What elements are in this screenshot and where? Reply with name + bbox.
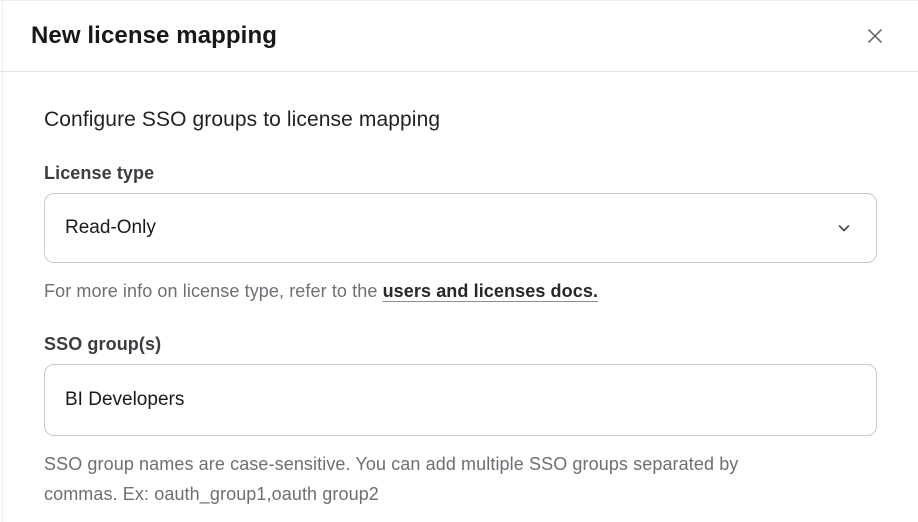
license-type-helper-text: For more info on license type, refer to … bbox=[44, 281, 383, 301]
sso-groups-helper: SSO group names are case-sensitive. You … bbox=[44, 449, 750, 509]
license-type-helper: For more info on license type, refer to … bbox=[44, 276, 878, 306]
chevron-down-icon bbox=[836, 220, 852, 236]
license-type-selected-value: Read-Only bbox=[65, 217, 156, 239]
new-license-mapping-modal: New license mapping Configure SSO groups… bbox=[0, 0, 918, 522]
modal-header: New license mapping bbox=[0, 1, 918, 72]
sso-groups-label: SSO group(s) bbox=[44, 334, 878, 355]
section-heading: Configure SSO groups to license mapping bbox=[44, 108, 878, 132]
users-licenses-docs-link[interactable]: users and licenses docs. bbox=[383, 281, 599, 301]
page-title: New license mapping bbox=[31, 22, 277, 50]
license-type-field: License type Read-Only For more info on … bbox=[44, 163, 878, 306]
license-type-select[interactable]: Read-Only bbox=[44, 193, 877, 263]
sso-groups-field: SSO group(s) SSO group names are case-se… bbox=[44, 334, 878, 509]
sso-groups-input[interactable] bbox=[44, 364, 877, 436]
modal-body: Configure SSO groups to license mapping … bbox=[0, 72, 918, 509]
close-icon bbox=[861, 22, 889, 50]
license-type-label: License type bbox=[44, 163, 878, 184]
modal-left-edge bbox=[2, 1, 3, 522]
close-button[interactable] bbox=[858, 19, 892, 53]
